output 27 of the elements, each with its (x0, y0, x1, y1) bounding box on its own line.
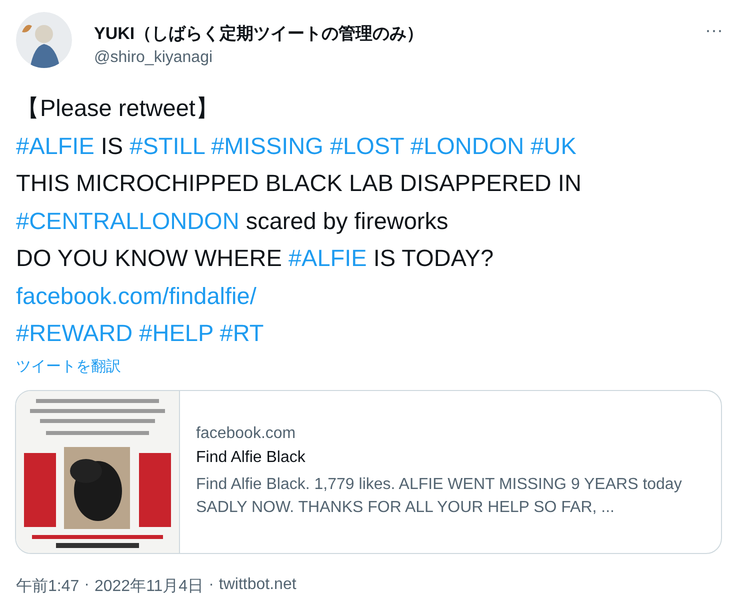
author-handle[interactable]: @shiro_kiyanagi (94, 49, 702, 67)
hashtag-link[interactable]: #CENTRALLONDON (16, 208, 240, 234)
translate-link[interactable]: ツイートを翻訳 (16, 356, 121, 376)
author-name[interactable]: YUKI（しばらく定期ツイートの管理のみ） (94, 22, 702, 45)
link-card[interactable]: facebook.com Find Alfie Black Find Alfie Black. 1,779 likes. ALFIE WENT MISSING 9 YEARS today SADLY NOW. THANKS FOR ALL YOUR HELP SO FAR, ... (15, 390, 722, 554)
tweet-source[interactable]: twittbot.net (218, 576, 296, 596)
separator: · (208, 576, 214, 594)
hashtag-link[interactable]: #REWARD (16, 320, 133, 346)
separator: · (84, 576, 90, 594)
avatar[interactable] (16, 12, 72, 68)
hashtag-link[interactable]: #LOST (330, 132, 404, 158)
hashtag-link[interactable]: #ALFIE (288, 245, 367, 271)
hashtag-link[interactable]: #LONDON (410, 132, 524, 158)
tweet-text: 【Please retweet】 #ALFIE IS #STILL #MISSING #LOST #LONDON #UK THIS MICROCHIPPED BLACK LAB DISAPPERED IN #CENTRALLONDON scared by fireworks DO YOU KNOW WHERE #ALFIE IS TODAY? facebook.com/findalfie/ #REWARD #HELP #RT (15, 94, 582, 348)
hashtag-link[interactable]: #ALFIE (16, 132, 94, 158)
hashtag-link[interactable]: #RT (220, 320, 264, 346)
card-title: Find Alfie Black (196, 448, 306, 466)
tweet-time[interactable]: 午前1:47 (16, 576, 80, 596)
hashtag-link[interactable]: #STILL (130, 132, 205, 158)
hashtag-link[interactable]: #UK (530, 132, 576, 158)
card-description: Find Alfie Black. 1,779 likes. ALFIE WENT MISSING 9 YEARS today SADLY NOW. THANKS FOR ALL YOUR HELP SO FAR, ... (196, 474, 683, 518)
url-link[interactable]: facebook.com/findalfie/ (16, 282, 256, 308)
more-button[interactable]: ··· (701, 18, 727, 43)
hashtag-link[interactable]: #MISSING (211, 132, 324, 158)
tweet-date[interactable]: 2022年11月4日 (94, 576, 204, 596)
card-domain: facebook.com (196, 424, 297, 442)
hashtag-link[interactable]: #HELP (139, 320, 214, 346)
